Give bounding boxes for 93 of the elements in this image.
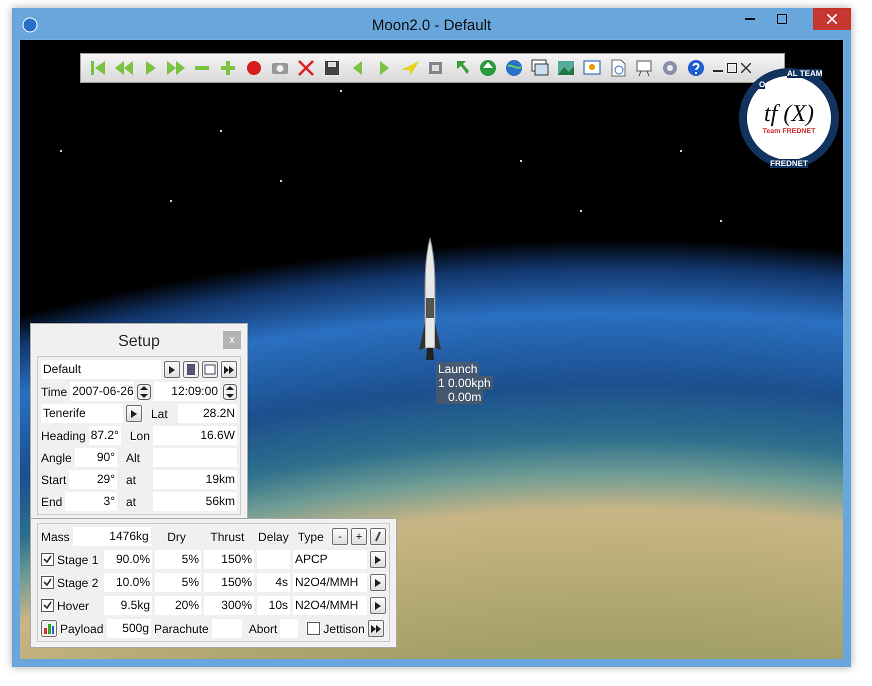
panel-title: Setup xyxy=(118,333,160,351)
stage-name: Stage 2 xyxy=(57,576,100,590)
dry-field[interactable]: 5% xyxy=(155,573,201,592)
fuel-type-field[interactable]: N2O4/MMH xyxy=(293,596,367,615)
value-field[interactable]: 28.2N xyxy=(178,404,237,423)
dry-field[interactable]: 5% xyxy=(155,550,201,569)
field-label: Mass xyxy=(41,530,70,544)
close-icon[interactable] xyxy=(741,63,751,73)
globe-up-button[interactable] xyxy=(477,57,499,79)
value-field[interactable]: 3° xyxy=(65,492,117,511)
play-button[interactable] xyxy=(370,574,386,591)
stage-checkbox[interactable] xyxy=(41,553,54,566)
minus-icon xyxy=(195,66,209,70)
field-label: at xyxy=(126,494,138,508)
logo-arc-text: AL TEAM xyxy=(787,69,822,78)
fuel-type-field[interactable]: N2O4/MMH xyxy=(293,573,367,592)
field-label: Lon xyxy=(130,428,150,442)
stage-checkbox[interactable] xyxy=(41,599,54,612)
time-spinner[interactable] xyxy=(223,384,237,400)
value-field[interactable]: 87.2° xyxy=(88,426,121,445)
thrust-field[interactable]: 150% xyxy=(204,550,254,569)
preset-field[interactable]: Default xyxy=(41,360,161,379)
time-field[interactable]: 12:09:00 xyxy=(154,382,220,401)
column-header: Delay xyxy=(257,530,290,544)
play-button[interactable] xyxy=(370,551,386,568)
field-label: Heading xyxy=(41,428,86,442)
help-icon xyxy=(685,57,707,79)
play-icon xyxy=(375,578,381,586)
value-field[interactable]: 19km xyxy=(153,470,237,489)
stage-button[interactable]: + xyxy=(351,528,368,545)
close-icon xyxy=(827,14,837,24)
field-label: Start xyxy=(41,472,66,486)
date-spinner[interactable] xyxy=(137,384,152,400)
fuel-type-field[interactable]: APCP xyxy=(293,550,367,569)
altitude-label: 0.00m xyxy=(436,390,484,404)
play-button[interactable] xyxy=(126,405,142,422)
play-icon xyxy=(375,602,381,610)
delay-field[interactable]: 10s xyxy=(257,596,290,615)
logo-arc-text: O xyxy=(759,80,766,89)
column-header: Thrust xyxy=(209,530,246,544)
fast-forward-icon xyxy=(224,366,234,374)
field-label: Time xyxy=(41,384,68,398)
marker-label: Launch xyxy=(436,362,480,376)
logo-formula: tf (X) xyxy=(764,101,814,128)
delay-field[interactable]: 4s xyxy=(257,573,290,592)
play-icon xyxy=(169,366,175,374)
field-label: Parachute xyxy=(154,622,209,636)
window-icon[interactable] xyxy=(202,361,218,378)
dry-field[interactable]: 20% xyxy=(155,596,201,615)
value-field[interactable]: 56km xyxy=(153,492,237,511)
value-field[interactable]: 90° xyxy=(74,448,117,467)
close-button[interactable] xyxy=(813,8,851,30)
play-icon xyxy=(375,556,381,564)
column-header: Dry xyxy=(166,530,187,544)
window-title: Moon2.0 - Default xyxy=(372,17,492,34)
share-field[interactable]: 9.5kg xyxy=(104,596,152,615)
logo-bottom-text: FREDNET xyxy=(770,159,808,168)
jettison-checkbox[interactable] xyxy=(307,622,320,635)
share-field[interactable]: 10.0% xyxy=(104,573,152,592)
share-field[interactable]: 90.0% xyxy=(104,550,152,569)
value-field[interactable]: 16.6W xyxy=(153,426,237,445)
field-label: Angle xyxy=(41,450,72,464)
stage-button[interactable]: - xyxy=(332,528,348,545)
field-label: Payload xyxy=(60,622,104,636)
fast-forward-icon xyxy=(370,624,381,632)
site-field[interactable]: Tenerife xyxy=(41,404,123,423)
thrust-field[interactable]: 150% xyxy=(204,573,254,592)
payload-field[interactable]: 500g xyxy=(107,619,151,638)
field-label: Alt xyxy=(126,450,142,464)
bar-chart-icon[interactable] xyxy=(41,620,57,637)
maximize-icon[interactable] xyxy=(727,63,737,73)
help-button[interactable] xyxy=(685,57,707,79)
value-field[interactable]: 29° xyxy=(69,470,117,489)
mass-field[interactable]: 1476kg xyxy=(72,527,151,546)
field-label: End xyxy=(41,494,62,508)
play-button[interactable] xyxy=(164,361,180,378)
thrust-field[interactable]: 300% xyxy=(204,596,254,615)
maximize-icon[interactable] xyxy=(777,14,787,24)
stage-name: Stage 1 xyxy=(57,552,100,566)
fast-forward-button[interactable] xyxy=(368,620,384,637)
stage-checkbox[interactable] xyxy=(41,576,54,589)
fast-forward-button[interactable] xyxy=(221,361,237,378)
checkbox-label: Jettison xyxy=(323,622,365,636)
date-field[interactable]: 2007-06-26 xyxy=(70,382,134,401)
play-icon xyxy=(131,410,137,418)
play-button[interactable] xyxy=(370,597,386,614)
field-label: at xyxy=(126,472,138,486)
column-header: Type xyxy=(296,530,325,544)
field-label: Abort xyxy=(248,622,278,636)
stage-name: Hover xyxy=(57,598,90,612)
speed-label: 1 0.00kph xyxy=(436,376,493,390)
globe-up-icon xyxy=(477,57,499,79)
field-label: Lat xyxy=(151,406,169,420)
